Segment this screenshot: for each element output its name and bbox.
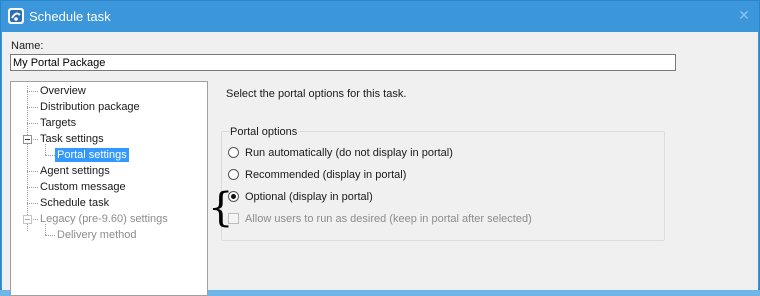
tree-item-targets[interactable]: Targets <box>38 116 78 130</box>
instructions-text: Select the portal options for this task. <box>226 88 407 100</box>
collapse-legacy-settings-icon[interactable] <box>23 215 32 224</box>
tree-connector <box>45 155 55 156</box>
tree-connector <box>27 107 38 108</box>
tree-connector <box>27 203 38 204</box>
optional-label[interactable]: Optional (display in portal) <box>245 190 373 204</box>
tree-connector <box>27 187 38 188</box>
name-input[interactable] <box>10 54 676 71</box>
close-icon[interactable]: ✕ <box>735 6 753 24</box>
tree-connector <box>27 123 38 124</box>
collapse-task-settings-icon[interactable] <box>23 135 32 144</box>
tree-connector <box>27 171 38 172</box>
tree-connector <box>45 235 55 236</box>
schedule-task-window: Schedule task ✕ Name: Overview Distribut… <box>0 0 760 296</box>
settings-tree[interactable]: Overview Distribution package Targets Ta… <box>10 81 208 296</box>
window-title: Schedule task <box>29 9 111 24</box>
scheduler-app-icon <box>8 8 24 24</box>
tree-item-legacy-settings[interactable]: Legacy (pre-9.60) settings <box>38 212 170 226</box>
tree-item-delivery-method[interactable]: Delivery method <box>55 228 138 242</box>
run-automatically-label[interactable]: Run automatically (do not display in por… <box>245 146 453 160</box>
tree-connector <box>31 219 38 220</box>
tree-item-agent-settings[interactable]: Agent settings <box>38 164 112 178</box>
name-label: Name: <box>11 40 44 52</box>
radio-button-icon[interactable] <box>228 147 239 158</box>
tree-item-custom-message[interactable]: Custom message <box>38 180 128 194</box>
annotation-brace: { <box>208 185 234 231</box>
allow-users-label[interactable]: Allow users to run as desired (keep in p… <box>245 212 532 226</box>
tree-item-task-settings[interactable]: Task settings <box>38 132 106 146</box>
tree-item-portal-settings[interactable]: Portal settings <box>55 148 129 162</box>
tree-connector <box>31 139 38 140</box>
dialog-body: Name: Overview Distribution package Targ… <box>2 32 758 296</box>
title-bar[interactable]: Schedule task ✕ <box>1 1 759 32</box>
recommended-label[interactable]: Recommended (display in portal) <box>245 168 406 182</box>
tree-item-overview[interactable]: Overview <box>38 84 88 98</box>
tree-item-distribution-package[interactable]: Distribution package <box>38 100 142 114</box>
radio-button-icon[interactable] <box>228 169 239 180</box>
portal-options-title: Portal options <box>229 126 299 138</box>
tree-connector <box>27 91 38 92</box>
tree-item-schedule-task[interactable]: Schedule task <box>38 196 111 210</box>
